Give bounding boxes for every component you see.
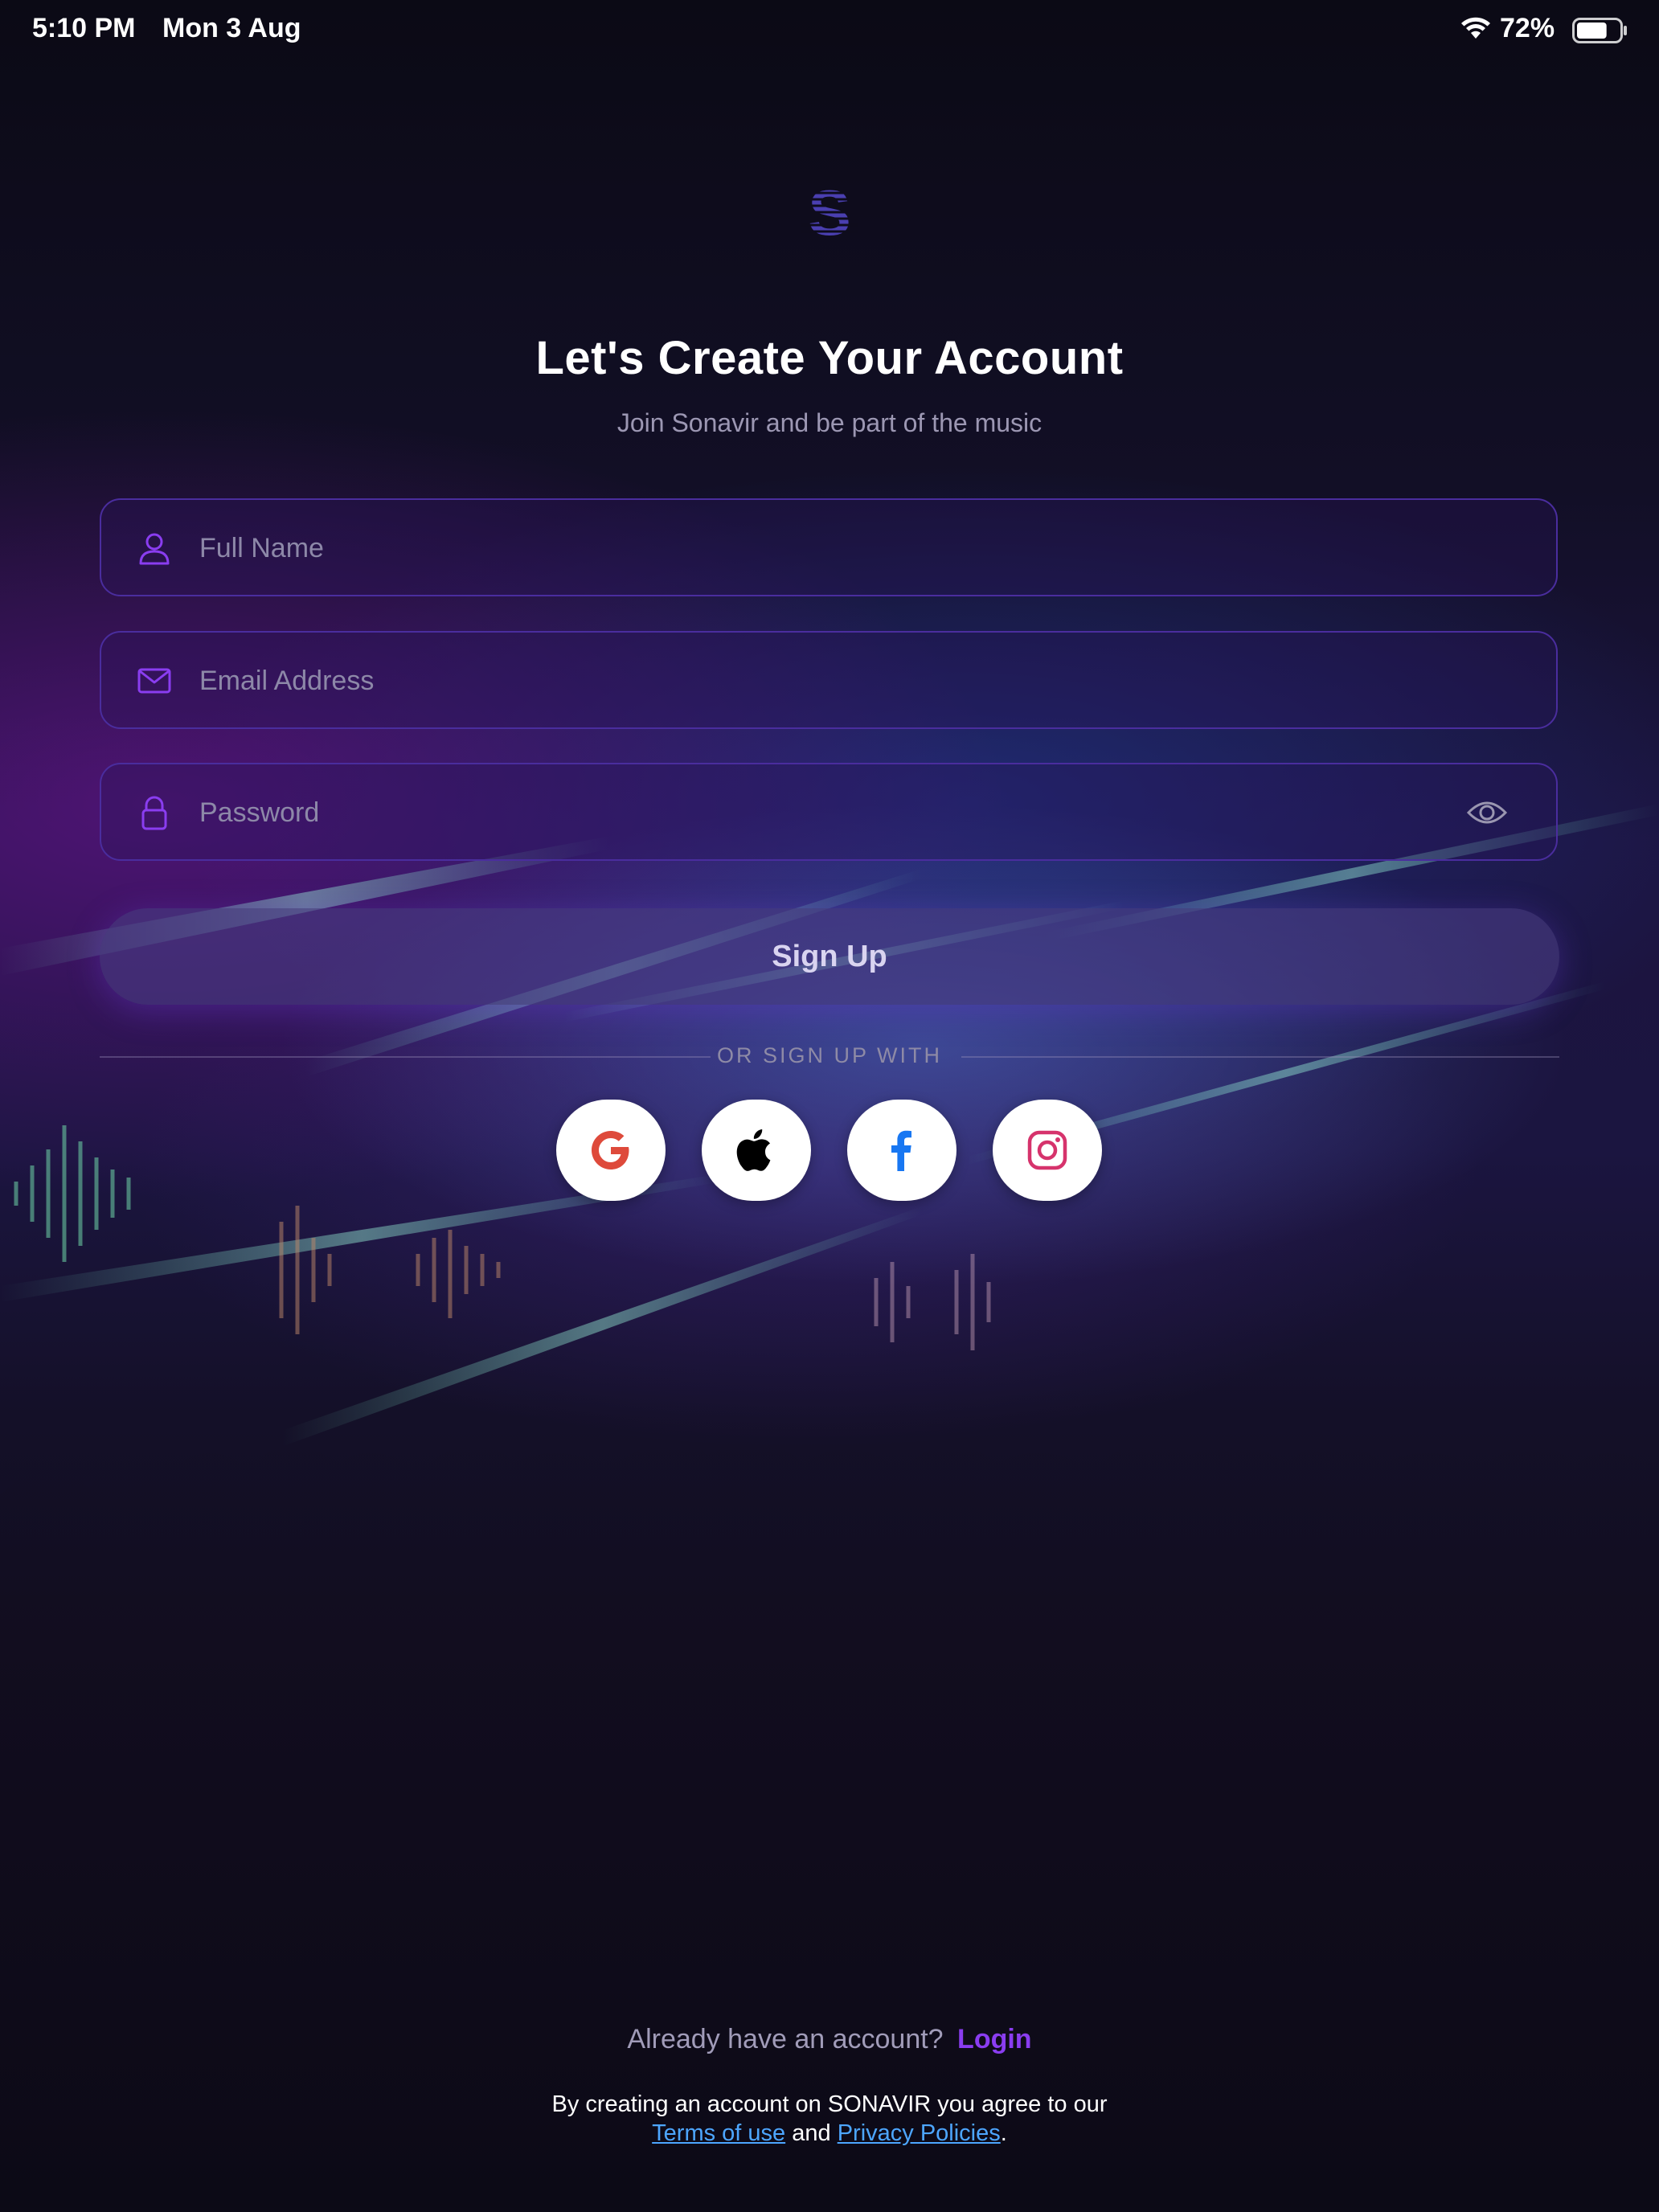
terms-links-line: Terms of use and Privacy Policies. [0, 2119, 1659, 2148]
wifi-icon [1461, 17, 1490, 39]
facebook-signup-button[interactable] [847, 1100, 956, 1201]
login-link[interactable]: Login [957, 2024, 1032, 2054]
terms-prefix: By creating an account on SONAVIR you ag… [551, 2091, 1108, 2117]
facebook-icon [891, 1130, 911, 1171]
sonavir-logo-icon: S [801, 183, 858, 241]
status-date: Mon 3 Aug [162, 13, 301, 43]
apple-signup-button[interactable] [702, 1100, 811, 1201]
user-icon [139, 533, 170, 565]
terms-period: . [1000, 2120, 1007, 2146]
lock-icon [141, 796, 167, 830]
email-field[interactable] [100, 631, 1558, 729]
page-subtitle: Join Sonavir and be part of the music [616, 408, 1043, 437]
apple-icon [736, 1129, 771, 1171]
terms-notice: By creating an account on SONAVIR you ag… [0, 2090, 1659, 2148]
full-name-input[interactable] [198, 500, 1455, 596]
mail-icon [137, 668, 171, 694]
google-icon [592, 1131, 629, 1169]
privacy-policies-link[interactable]: Privacy Policies [838, 2120, 1001, 2146]
signup-screen: 5:10 PM Mon 3 Aug 72% S Let's Create You… [0, 0, 1659, 2212]
page-title: Let's Create Your Account [535, 332, 1124, 384]
divider-right [961, 1056, 1559, 1058]
email-input[interactable] [198, 633, 1455, 729]
status-time: 5:10 PM [32, 13, 136, 43]
battery-percent: 72% [1500, 13, 1555, 43]
sign-up-button[interactable]: Sign Up [100, 908, 1559, 1005]
status-bar: 5:10 PM Mon 3 Aug 72% [0, 0, 1659, 58]
eye-icon[interactable] [1466, 797, 1508, 829]
have-account-text: Already have an account? [627, 2024, 944, 2054]
password-input[interactable] [198, 764, 1455, 861]
terms-and-text: and [792, 2120, 831, 2146]
terms-of-use-link[interactable]: Terms of use [652, 2120, 785, 2146]
full-name-field[interactable] [100, 498, 1558, 596]
instagram-signup-button[interactable] [993, 1100, 1102, 1201]
instagram-icon [1027, 1130, 1067, 1170]
login-prompt: Already have an account? Login [0, 2024, 1659, 2055]
battery-icon [1572, 18, 1627, 43]
password-field[interactable] [100, 763, 1558, 861]
google-signup-button[interactable] [556, 1100, 666, 1201]
